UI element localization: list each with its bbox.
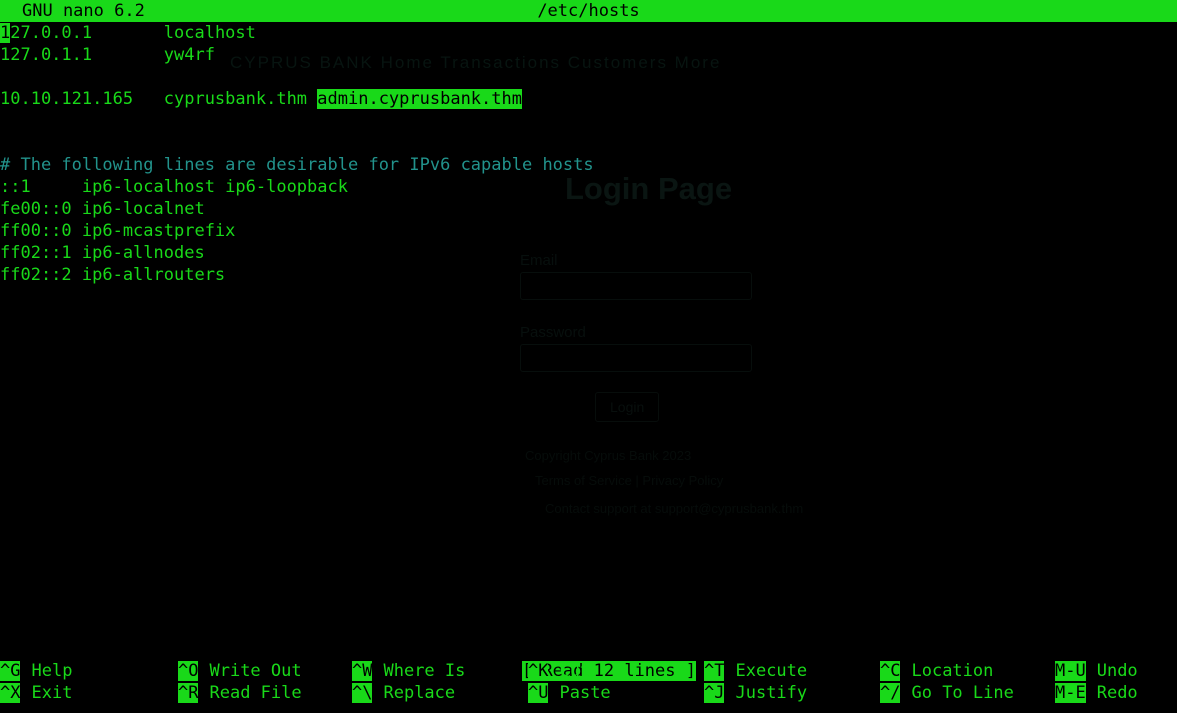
shortcut-label: Read File [209,683,302,703]
shortcut-label: Justify [735,683,808,703]
shortcut-key: ^R [178,683,199,703]
line-text [0,133,10,153]
line-text: 127.0.1.1 yw4rf [0,45,215,65]
buffer-line[interactable]: fe00::0 ip6-localnet [0,198,1177,220]
shortcut-go-to-line[interactable]: ^/ Go To Line [880,682,1014,704]
shortcut-label: Location [911,661,994,681]
shortcut-key: ^U [528,683,549,703]
shortcut-where-is[interactable]: ^W Where Is [352,660,465,682]
text-buffer[interactable]: 127.0.0.1 localhost 127.0.1.1 yw4rf 10.10… [0,22,1177,286]
text-cursor: 1 [0,23,11,43]
shortcut-bar-row-2: ^X Exit ^R Read File ^\ Replace ^U Paste ^J Justi… [0,682,1177,704]
shortcut-key: M-E [1055,683,1086,703]
buffer-line[interactable]: ff00::0 ip6-mcastprefix [0,220,1177,242]
shortcut-replace[interactable]: ^\ Replace [352,682,455,704]
shortcut-key: M-U [1055,661,1086,681]
line-text: 27.0.0.1 localhost [10,23,256,43]
titlebar: GNU nano 6.2 /etc/hosts [0,0,1177,22]
shortcut-key: ^W [352,661,373,681]
shortcut-key: ^\ [352,683,373,703]
line-text [0,67,10,87]
shortcut-bar-row-1: ^G Help ^O Write Out ^W Where Is ^K Cut ^T Execut… [0,660,1177,682]
shortcut-location[interactable]: ^C Location [880,660,993,682]
line-text: ff00::0 ip6-mcastprefix [0,221,236,241]
line-text: 10.10.121.165 cyprusbank.thm [0,89,318,109]
shortcut-key: ^/ [880,683,901,703]
shortcut-execute[interactable]: ^T Execute [704,660,807,682]
shortcut-key: ^G [0,661,21,681]
shortcut-label: Paste [559,683,611,703]
shortcut-justify[interactable]: ^J Justify [704,682,807,704]
buffer-line[interactable]: # The following lines are desirable for … [0,154,1177,176]
nano-editor: GNU nano 6.2 /etc/hosts 127.0.0.1 localh… [0,0,1177,713]
selected-text: admin.cyprusbank.thm [317,89,522,109]
shortcut-help[interactable]: ^G Help [0,660,72,682]
line-text: # The following lines are desirable for … [0,155,594,175]
buffer-line[interactable]: ff02::1 ip6-allnodes [0,242,1177,264]
shortcut-read-file[interactable]: ^R Read File [178,682,302,704]
shortcut-label: Write Out [209,661,302,681]
shortcut-key: ^K [528,661,549,681]
shortcut-cut[interactable]: ^K Cut [528,660,590,682]
shortcut-label: Go To Line [911,683,1014,703]
buffer-line[interactable]: ::1 ip6-localhost ip6-loopback [0,176,1177,198]
shortcut-paste[interactable]: ^U Paste [528,682,611,704]
shortcut-key: ^X [0,683,21,703]
shortcut-key: ^J [704,683,725,703]
titlebar-filename: /etc/hosts [537,1,640,21]
shortcut-label: Exit [31,683,73,703]
line-text: fe00::0 ip6-localnet [0,199,205,219]
line-text [0,111,10,131]
shortcut-label: Cut [559,661,591,681]
shortcut-exit[interactable]: ^X Exit [0,682,72,704]
shortcut-label: Help [31,661,73,681]
shortcut-label: Redo [1096,683,1138,703]
buffer-line[interactable]: ff02::2 ip6-allrouters [0,264,1177,286]
shortcut-label: Undo [1096,661,1138,681]
shortcut-write-out[interactable]: ^O Write Out [178,660,302,682]
status-bar: [ Read 12 lines ] [0,638,1177,681]
buffer-line[interactable] [0,66,1177,88]
shortcut-key: ^T [704,661,725,681]
shortcut-label: Where Is [383,661,466,681]
buffer-line[interactable]: 127.0.1.1 yw4rf [0,44,1177,66]
buffer-line[interactable]: 127.0.0.1 localhost [0,22,1177,44]
line-text: ::1 ip6-localhost ip6-loopback [0,177,348,197]
shortcut-key: ^O [178,661,199,681]
line-text: ff02::1 ip6-allnodes [0,243,205,263]
buffer-line[interactable]: 10.10.121.165 cyprusbank.thm admin.cypru… [0,88,1177,110]
buffer-line[interactable] [0,132,1177,154]
shortcut-undo[interactable]: M-U Undo [1055,660,1138,682]
buffer-line[interactable] [0,110,1177,132]
shortcut-key: ^C [880,661,901,681]
line-text: ff02::2 ip6-allrouters [0,265,226,285]
shortcut-redo[interactable]: M-E Redo [1055,682,1138,704]
shortcut-label: Replace [383,683,456,703]
shortcut-label: Execute [735,661,808,681]
